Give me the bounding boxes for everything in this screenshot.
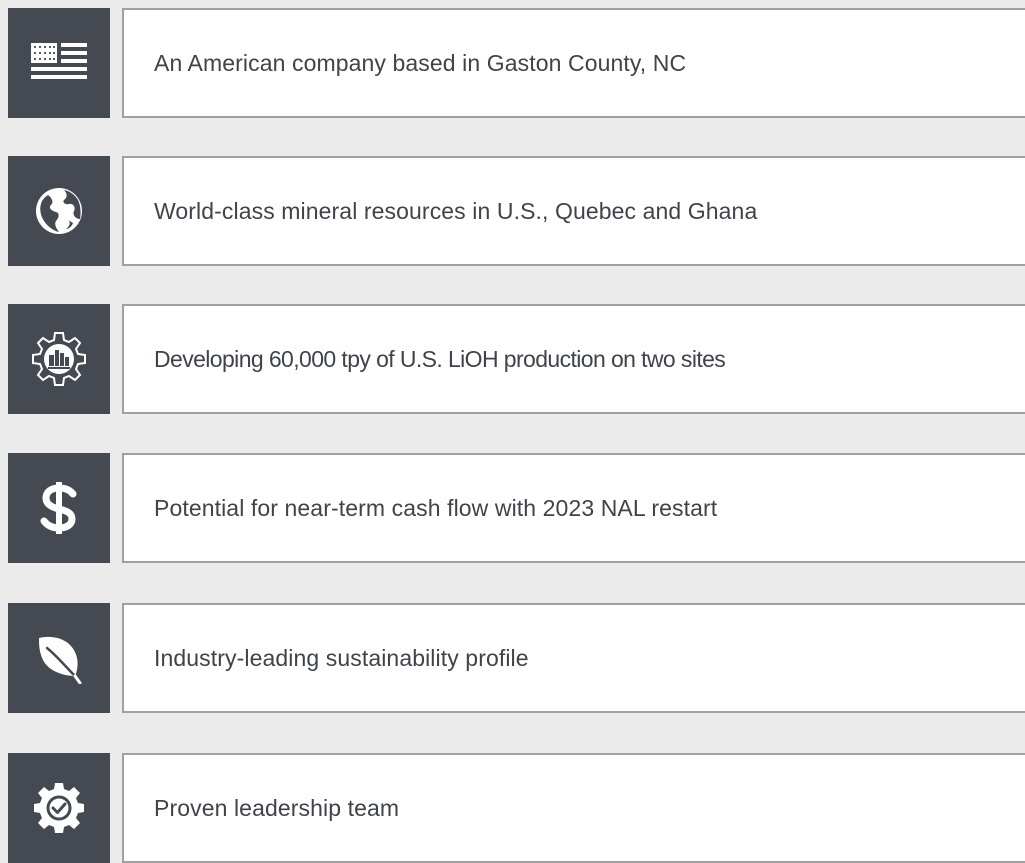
gear-factory-icon (32, 332, 86, 386)
icon-tile (8, 453, 110, 563)
icon-tile (8, 603, 110, 713)
highlight-row: Proven leadership team (0, 753, 1025, 863)
highlight-card: Developing 60,000 tpy of U.S. LiOH produ… (122, 304, 1025, 414)
dollar-icon (40, 482, 77, 534)
highlight-row: Potential for near-term cash flow with 2… (0, 453, 1025, 563)
highlight-row: Industry-leading sustainability profile (0, 603, 1025, 713)
highlight-text: Industry-leading sustainability profile (154, 644, 529, 671)
icon-tile (8, 8, 110, 118)
highlight-card: Potential for near-term cash flow with 2… (122, 453, 1025, 563)
highlight-card: An American company based in Gaston Coun… (122, 8, 1025, 118)
highlight-row: An American company based in Gaston Coun… (0, 8, 1025, 118)
highlight-text: World-class mineral resources in U.S., Q… (154, 197, 758, 224)
icon-tile (8, 304, 110, 414)
gear-check-icon (34, 783, 84, 833)
highlight-card: Industry-leading sustainability profile (122, 603, 1025, 713)
highlights-list: An American company based in Gaston Coun… (0, 0, 1025, 863)
icon-tile (8, 753, 110, 863)
leaf-icon (39, 636, 82, 684)
highlight-row: Developing 60,000 tpy of U.S. LiOH produ… (0, 304, 1025, 414)
highlight-text: Proven leadership team (154, 794, 400, 821)
highlight-text: Potential for near-term cash flow with 2… (154, 494, 718, 521)
highlight-row: World-class mineral resources in U.S., Q… (0, 156, 1025, 266)
highlight-card: Proven leadership team (122, 753, 1025, 863)
icon-tile (8, 156, 110, 266)
highlight-card: World-class mineral resources in U.S., Q… (122, 156, 1025, 266)
highlight-text: An American company based in Gaston Coun… (154, 49, 687, 76)
globe-icon (36, 188, 82, 234)
flag-icon (31, 43, 87, 79)
highlight-text: Developing 60,000 tpy of U.S. LiOH produ… (154, 345, 726, 372)
